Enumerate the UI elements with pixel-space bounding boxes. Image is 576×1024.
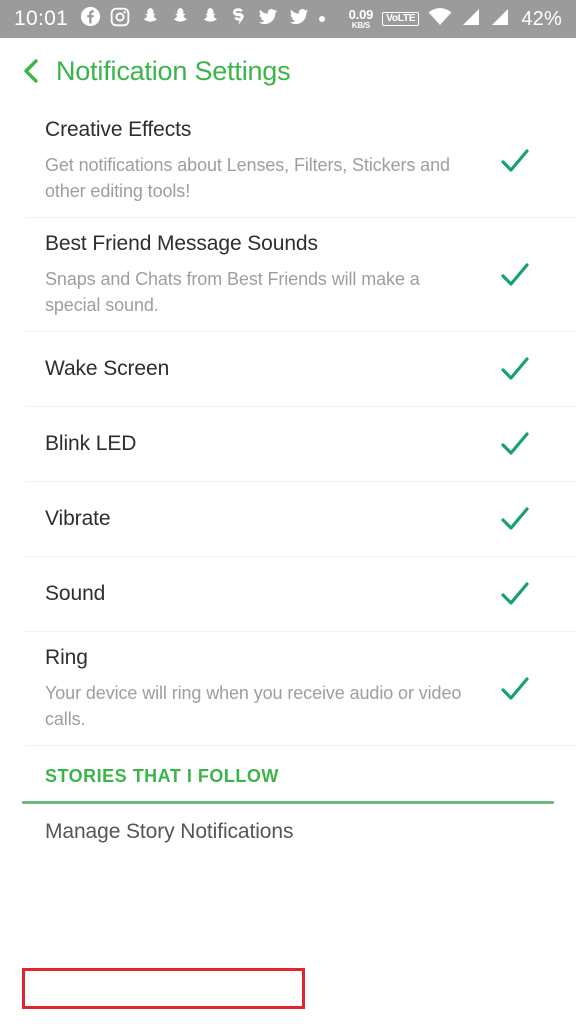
snapchat-icon <box>199 6 220 32</box>
status-bar-system-icons: 0.09 KB/S VoLTE 42% <box>349 8 562 31</box>
status-bar-clock: 10:01 <box>14 7 68 31</box>
setting-row-vibrate[interactable]: Vibrate <box>0 482 576 556</box>
snapchat-icon <box>169 6 190 32</box>
more-notifications-dot-icon <box>319 16 325 22</box>
status-bar-notification-icons <box>80 6 325 32</box>
phone-screen: 10:01 <box>0 0 576 1024</box>
checkmark-toggle[interactable] <box>498 352 532 386</box>
setting-subtitle: Snaps and Chats from Best Friends will m… <box>45 266 475 318</box>
setting-row-blink-led[interactable]: Blink LED <box>0 407 576 481</box>
data-rate-value: 0.09 <box>349 8 374 21</box>
manage-story-notifications-row[interactable]: Manage Story Notifications <box>0 804 576 860</box>
setting-row-best-friend-message-sounds[interactable]: Best Friend Message Sounds Snaps and Cha… <box>0 218 576 331</box>
check-icon <box>498 502 532 536</box>
twitter-icon <box>257 7 279 32</box>
battery-percentage: 42% <box>521 8 562 31</box>
checkmark-toggle[interactable] <box>498 258 532 292</box>
twitter-icon <box>288 7 310 32</box>
data-rate-indicator: 0.09 KB/S <box>349 8 374 30</box>
annotation-highlight-box <box>22 968 305 1009</box>
setting-row-text: Ring Your device will ring when you rece… <box>45 645 498 732</box>
section-header-stories-that-i-follow: STORIES THAT I FOLLOW <box>0 746 576 797</box>
cellular-signal-icon <box>461 8 481 31</box>
setting-subtitle: Your device will ring when you receive a… <box>45 680 475 732</box>
facebook-icon <box>80 6 101 32</box>
check-icon <box>498 352 532 386</box>
snapchat-icon <box>139 6 160 32</box>
check-icon <box>498 258 532 292</box>
wifi-icon <box>428 8 452 31</box>
setting-title: Best Friend Message Sounds <box>45 231 480 257</box>
checkmark-toggle[interactable] <box>498 502 532 536</box>
setting-title: Sound <box>45 581 480 607</box>
setting-row-text: Blink LED <box>45 431 498 457</box>
setting-row-text: Vibrate <box>45 506 498 532</box>
setting-row-text: Creative Effects Get notifications about… <box>45 117 498 204</box>
checkmark-toggle[interactable] <box>498 427 532 461</box>
check-icon <box>498 672 532 706</box>
back-button[interactable] <box>18 58 44 84</box>
setting-row-wake-screen[interactable]: Wake Screen <box>0 332 576 406</box>
checkmark-toggle[interactable] <box>498 144 532 178</box>
data-rate-unit: KB/S <box>352 22 370 30</box>
volte-badge: VoLTE <box>382 12 419 26</box>
instagram-icon <box>110 7 130 32</box>
notification-settings-list: Creative Effects Get notifications about… <box>0 104 576 746</box>
cellular-signal-icon <box>490 8 510 31</box>
swiggy-icon <box>229 6 248 32</box>
setting-title: Creative Effects <box>45 117 480 143</box>
check-icon <box>498 577 532 611</box>
setting-title: Ring <box>45 645 480 671</box>
setting-row-ring[interactable]: Ring Your device will ring when you rece… <box>0 632 576 745</box>
setting-title: Wake Screen <box>45 356 480 382</box>
setting-title: Vibrate <box>45 506 480 532</box>
setting-row-text: Wake Screen <box>45 356 498 382</box>
page-header: Notification Settings <box>0 38 576 104</box>
check-icon <box>498 144 532 178</box>
chevron-left-icon <box>21 58 41 84</box>
setting-row-text: Best Friend Message Sounds Snaps and Cha… <box>45 231 498 318</box>
checkmark-toggle[interactable] <box>498 577 532 611</box>
setting-row-text: Sound <box>45 581 498 607</box>
setting-row-creative-effects[interactable]: Creative Effects Get notifications about… <box>0 104 576 217</box>
setting-title: Blink LED <box>45 431 480 457</box>
setting-row-sound[interactable]: Sound <box>0 557 576 631</box>
page-title: Notification Settings <box>56 56 290 87</box>
setting-subtitle: Get notifications about Lenses, Filters,… <box>45 152 475 204</box>
manage-story-notifications-label: Manage Story Notifications <box>45 820 293 844</box>
checkmark-toggle[interactable] <box>498 672 532 706</box>
check-icon <box>498 427 532 461</box>
status-bar: 10:01 <box>0 0 576 38</box>
